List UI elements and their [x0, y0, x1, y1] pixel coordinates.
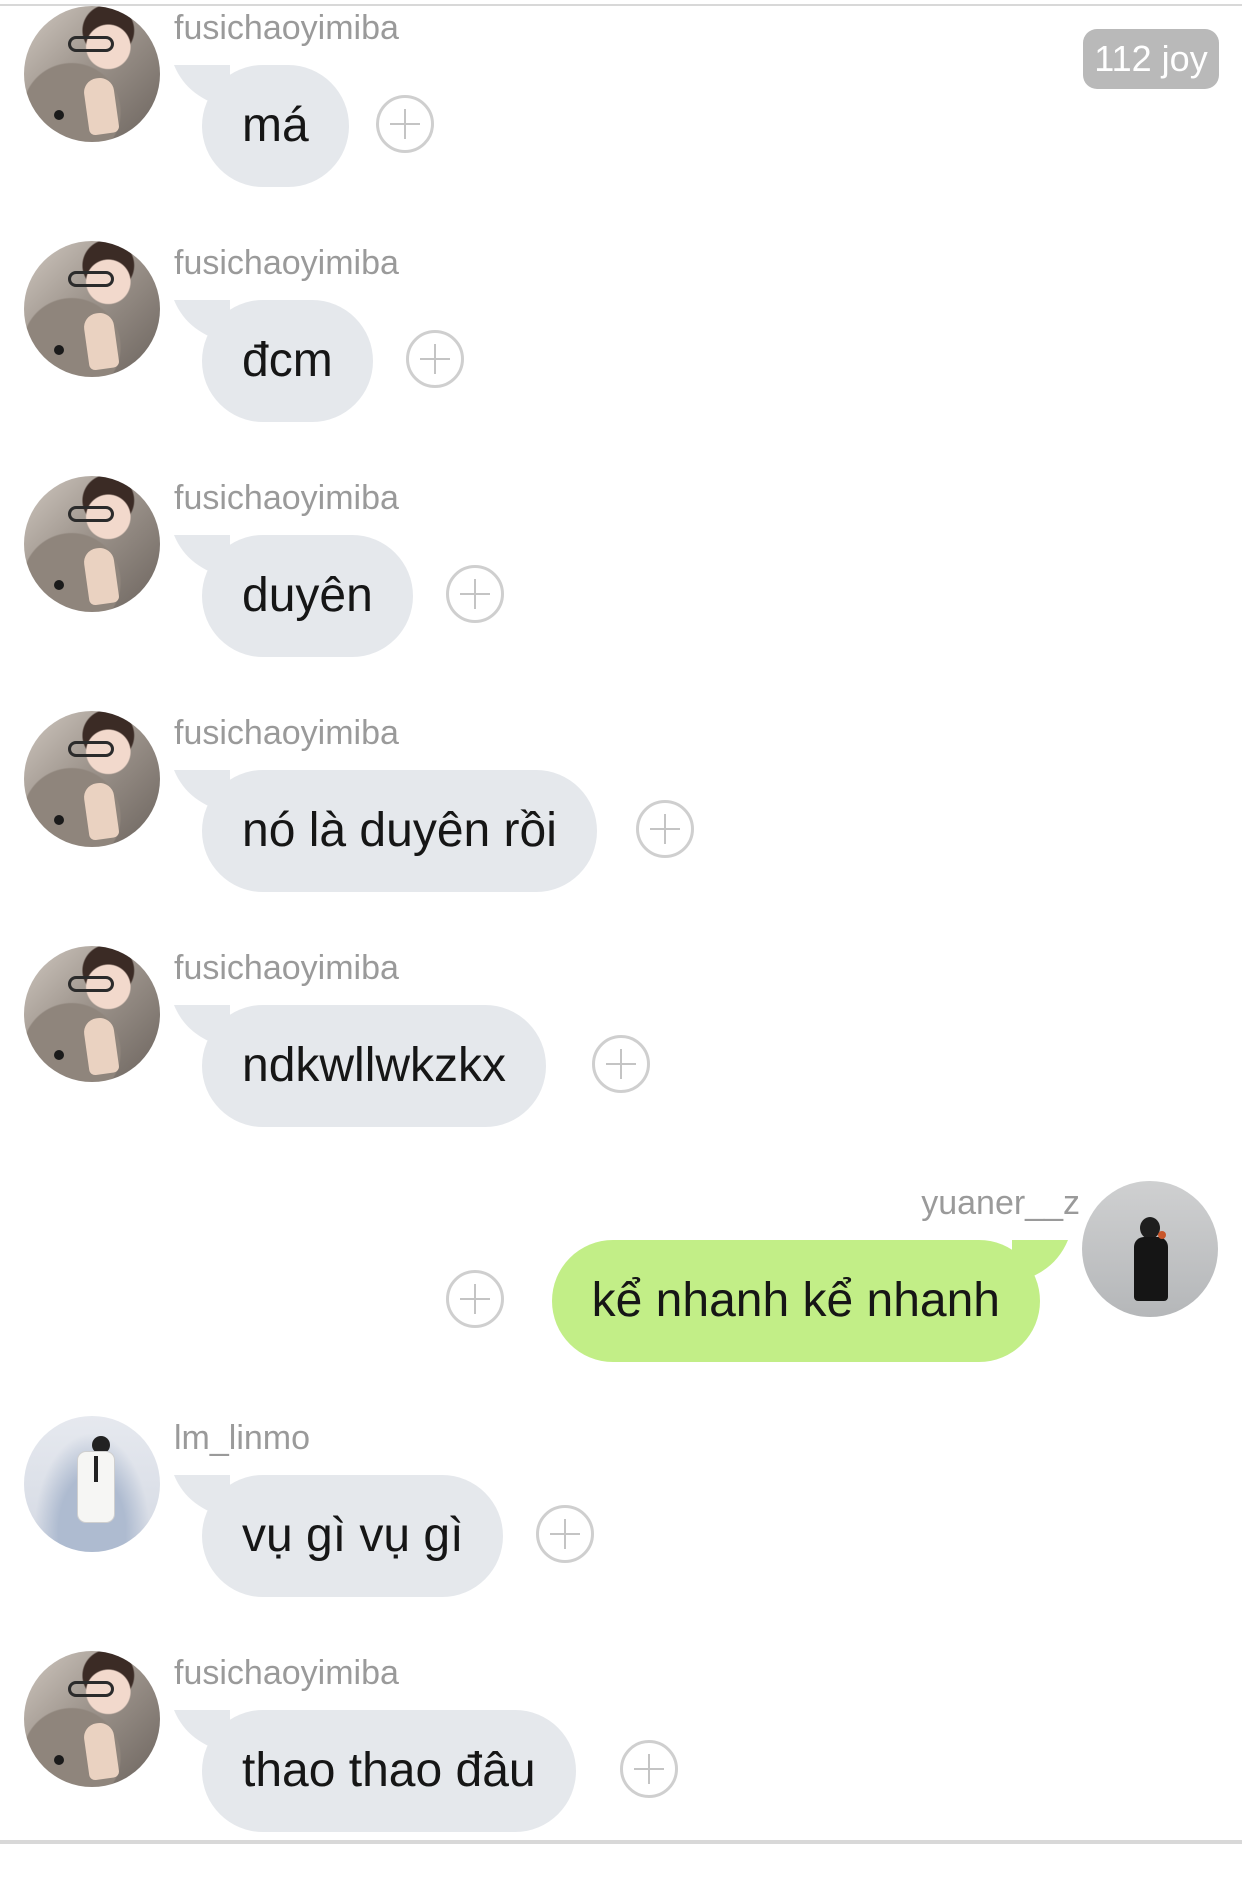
- avatar[interactable]: [24, 6, 160, 142]
- message-bubble[interactable]: thao thao đâu: [202, 1710, 576, 1832]
- avatar-detail: [82, 546, 120, 606]
- avatar-detail: [82, 781, 120, 841]
- avatar-detail: [54, 110, 64, 120]
- avatar-detail: [82, 76, 120, 136]
- avatar[interactable]: [24, 946, 160, 1082]
- avatar-detail: [68, 976, 114, 992]
- message-row: fusichaoyimiba ndkwllwkzkx: [0, 942, 1242, 1177]
- avatar-detail: [68, 271, 114, 287]
- avatar[interactable]: [24, 1651, 160, 1787]
- message-row: fusichaoyimiba duyên: [0, 472, 1242, 707]
- message-bubble[interactable]: ndkwllwkzkx: [202, 1005, 547, 1127]
- message-bubble[interactable]: vụ gì vụ gì: [202, 1475, 504, 1597]
- avatar-detail: [94, 1456, 98, 1482]
- sender-name: yuaner__z: [921, 1184, 1080, 1222]
- avatar-detail: [68, 506, 114, 522]
- message-bubble[interactable]: nó là duyên rồi: [202, 770, 597, 892]
- react-plus-icon[interactable]: [446, 1270, 504, 1328]
- message-row: fusichaoyimiba thao thao đâu: [0, 1647, 1242, 1882]
- react-plus-icon[interactable]: [620, 1740, 678, 1798]
- react-plus-icon[interactable]: [406, 330, 464, 388]
- sender-name: lm_linmo: [174, 1419, 311, 1457]
- avatar-detail: [68, 741, 114, 757]
- react-plus-icon[interactable]: [592, 1035, 650, 1093]
- avatar[interactable]: [24, 241, 160, 377]
- react-plus-icon[interactable]: [536, 1505, 594, 1563]
- avatar-detail: [1140, 1217, 1160, 1239]
- avatar[interactable]: [24, 476, 160, 612]
- avatar-detail: [54, 580, 64, 590]
- react-plus-icon[interactable]: [376, 95, 434, 153]
- avatar-detail: [68, 36, 114, 52]
- message-bubble[interactable]: duyên: [202, 535, 413, 657]
- avatar[interactable]: [24, 1416, 160, 1552]
- avatar-detail: [54, 345, 64, 355]
- message-row: lm_linmo vụ gì vụ gì: [0, 1412, 1242, 1647]
- avatar-detail: [68, 1681, 114, 1697]
- sender-name: fusichaoyimiba: [174, 949, 399, 987]
- sender-name: fusichaoyimiba: [174, 244, 399, 282]
- message-bubble[interactable]: đcm: [202, 300, 373, 422]
- sender-name: fusichaoyimiba: [174, 479, 399, 517]
- message-row: yuaner__z kể nhanh kể nhanh: [0, 1177, 1242, 1412]
- sender-name: fusichaoyimiba: [174, 1654, 399, 1692]
- sender-name: fusichaoyimiba: [174, 9, 399, 47]
- message-row: fusichaoyimiba đcm: [0, 237, 1242, 472]
- message-bubble[interactable]: kể nhanh kể nhanh: [551, 1240, 1040, 1362]
- avatar-detail: [54, 1050, 64, 1060]
- react-plus-icon[interactable]: [446, 565, 504, 623]
- react-plus-icon[interactable]: [636, 800, 694, 858]
- bottom-divider: [0, 1840, 1242, 1844]
- avatar-detail: [1134, 1237, 1168, 1301]
- message-row: fusichaoyimiba má: [0, 2, 1242, 237]
- avatar[interactable]: [1082, 1181, 1218, 1317]
- avatar-detail: [1158, 1231, 1166, 1239]
- message-bubble[interactable]: má: [202, 65, 349, 187]
- avatar[interactable]: [24, 711, 160, 847]
- message-row: fusichaoyimiba nó là duyên rồi: [0, 707, 1242, 942]
- avatar-detail: [82, 1721, 120, 1781]
- avatar-detail: [54, 1755, 64, 1765]
- avatar-detail: [82, 1016, 120, 1076]
- sender-name: fusichaoyimiba: [174, 714, 399, 752]
- avatar-detail: [82, 311, 120, 371]
- avatar-detail: [54, 815, 64, 825]
